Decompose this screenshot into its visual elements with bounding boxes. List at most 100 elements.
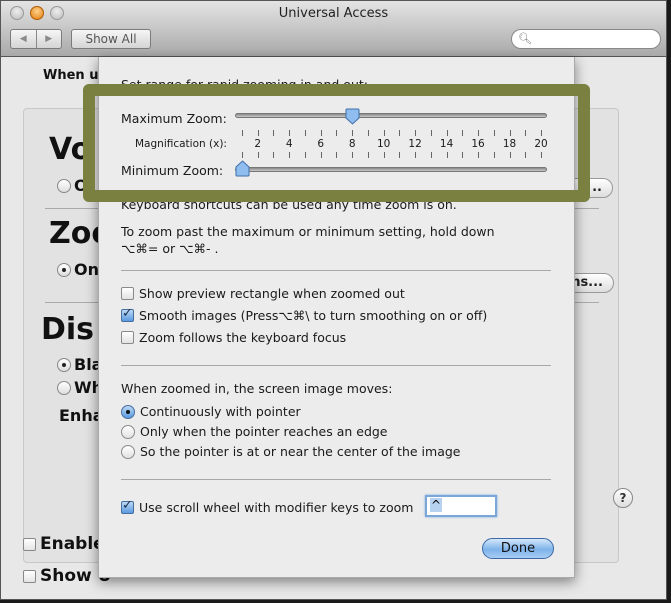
tick-mark <box>273 130 275 136</box>
tick-mark <box>257 152 259 158</box>
zoom-on-label: On <box>74 260 99 279</box>
scroll-wheel-modifier-checkbox[interactable]: Use scroll wheel with modifier keys to z… <box>121 498 413 515</box>
tick-mark <box>289 130 291 136</box>
back-forward-control: ◀ ▶ <box>10 29 62 49</box>
tick-label: 18 <box>502 138 517 150</box>
tick-label: 4 <box>285 138 293 150</box>
tick-mark <box>509 152 511 158</box>
radio-selected-icon <box>121 404 135 419</box>
tick-mark <box>304 152 306 158</box>
continuously-with-pointer-radio[interactable]: Continuously with pointer <box>121 404 301 419</box>
modifier-key-field[interactable]: ^ <box>425 495 497 517</box>
tick-mark <box>399 152 401 158</box>
enhance-contrast-label: Enha <box>59 406 104 425</box>
tick-mark <box>446 130 448 136</box>
tick-mark <box>541 130 542 136</box>
pointer-reaches-edge-radio[interactable]: Only when the pointer reaches an edge <box>121 424 388 439</box>
tick-mark <box>493 152 495 158</box>
tick-mark <box>415 152 417 158</box>
tick-mark <box>430 130 432 136</box>
voiceover-on-radio[interactable]: O <box>57 176 88 195</box>
radio-icon <box>57 380 71 395</box>
tick-mark <box>383 152 385 158</box>
tick-mark <box>383 130 385 136</box>
enable-assistive-label: Enable <box>40 534 105 554</box>
checkbox-icon <box>23 537 36 551</box>
tick-mark <box>289 152 291 158</box>
checkbox-label: Zoom follows the keyboard focus <box>139 330 347 345</box>
help-button[interactable]: ? <box>613 488 633 508</box>
magnification-label: Magnification (x): <box>135 138 227 150</box>
done-button[interactable]: Done <box>482 538 554 559</box>
tick-mark <box>509 130 511 136</box>
radio-selected-icon <box>57 357 71 372</box>
tick-mark <box>352 130 354 136</box>
tick-mark <box>399 130 401 136</box>
radio-icon <box>57 178 71 193</box>
tick-mark <box>478 152 480 158</box>
tick-mark <box>430 152 432 158</box>
tick-mark <box>525 152 527 158</box>
checkbox-icon <box>121 331 134 344</box>
universal-access-window: Universal Access ◀ ▶ Show All 🔍︎ When us… <box>0 0 667 600</box>
min-zoom-label: Minimum Zoom: <box>121 163 224 178</box>
when-using-label: When us <box>43 68 107 83</box>
checkbox-icon <box>23 569 36 583</box>
tick-mark <box>336 152 338 158</box>
tick-mark <box>320 130 322 136</box>
title-bar: Universal Access ◀ ▶ Show All 🔍︎ <box>1 1 666 57</box>
max-zoom-slider-track[interactable] <box>235 113 547 118</box>
past-note-line1: To zoom past the maximum or minimum sett… <box>121 224 495 239</box>
search-field[interactable]: 🔍︎ <box>511 29 661 49</box>
tick-mark <box>304 130 306 136</box>
radio-selected-icon <box>57 262 71 277</box>
tick-mark <box>462 152 464 158</box>
tick-label: 12 <box>408 138 422 150</box>
max-zoom-slider-thumb[interactable] <box>345 108 360 125</box>
tick-mark <box>415 130 417 136</box>
forward-icon[interactable]: ▶ <box>37 30 62 48</box>
min-zoom-slider-thumb[interactable] <box>235 160 250 177</box>
enable-assistive-devices-checkbox[interactable]: Enable <box>23 534 105 554</box>
range-intro: Set range for rapid zooming in and out: <box>121 77 368 92</box>
tick-row-bottom <box>95 152 578 160</box>
past-note-line2: ⌥⌘= or ⌥⌘- . <box>121 241 219 256</box>
divider <box>121 365 551 366</box>
radio-icon <box>121 424 135 439</box>
pointer-near-center-radio[interactable]: So the pointer is at or near the center … <box>121 444 460 459</box>
tick-mark <box>478 130 480 136</box>
smooth-images-checkbox[interactable]: Smooth images (Press⌥⌘\ to turn smoothin… <box>121 306 487 323</box>
min-zoom-slider-track[interactable] <box>235 167 547 172</box>
tick-label: 10 <box>376 138 391 150</box>
tick-mark <box>242 130 243 136</box>
show-all-button[interactable]: Show All <box>71 29 151 49</box>
modifier-key-value: ^ <box>430 498 443 512</box>
max-zoom-label: Maximum Zoom: <box>121 111 227 126</box>
voiceover-heading: Vo <box>49 132 92 167</box>
black-on-white-radio[interactable]: Bla <box>57 355 102 374</box>
window-title: Universal Access <box>278 6 389 21</box>
tick-label: 6 <box>317 138 325 150</box>
white-on-black-radio[interactable]: Wh <box>57 378 103 397</box>
zoom-on-radio[interactable]: On <box>57 260 99 279</box>
zoom-follows-focus-checkbox[interactable]: Zoom follows the keyboard focus <box>121 330 346 345</box>
shortcut-note: Keyboard shortcuts can be used any time … <box>121 197 457 212</box>
checkbox-label: Show preview rectangle when zoomed out <box>139 286 405 301</box>
tick-mark <box>352 152 354 158</box>
tick-label: 2 <box>254 138 262 150</box>
divider <box>121 270 551 271</box>
moves-heading: When zoomed in, the screen image moves: <box>121 381 393 396</box>
checkbox-checked-icon <box>121 498 134 514</box>
search-icon: 🔍︎ <box>518 32 532 45</box>
radio-label: Continuously with pointer <box>140 404 301 419</box>
show-preview-rectangle-checkbox[interactable]: Show preview rectangle when zoomed out <box>121 286 405 301</box>
voiceover-on-label: O <box>74 176 88 195</box>
back-icon[interactable]: ◀ <box>11 30 37 48</box>
tick-mark <box>367 152 369 158</box>
tick-mark <box>525 130 527 136</box>
radio-label: So the pointer is at or near the center … <box>140 444 461 459</box>
tick-label: 14 <box>439 138 454 150</box>
checkbox-checked-icon <box>121 306 134 322</box>
zoom-range-sliders: Maximum Zoom: Magnification (x): 2 4 6 8 10 1… <box>95 96 578 190</box>
tick-mark <box>493 130 495 136</box>
